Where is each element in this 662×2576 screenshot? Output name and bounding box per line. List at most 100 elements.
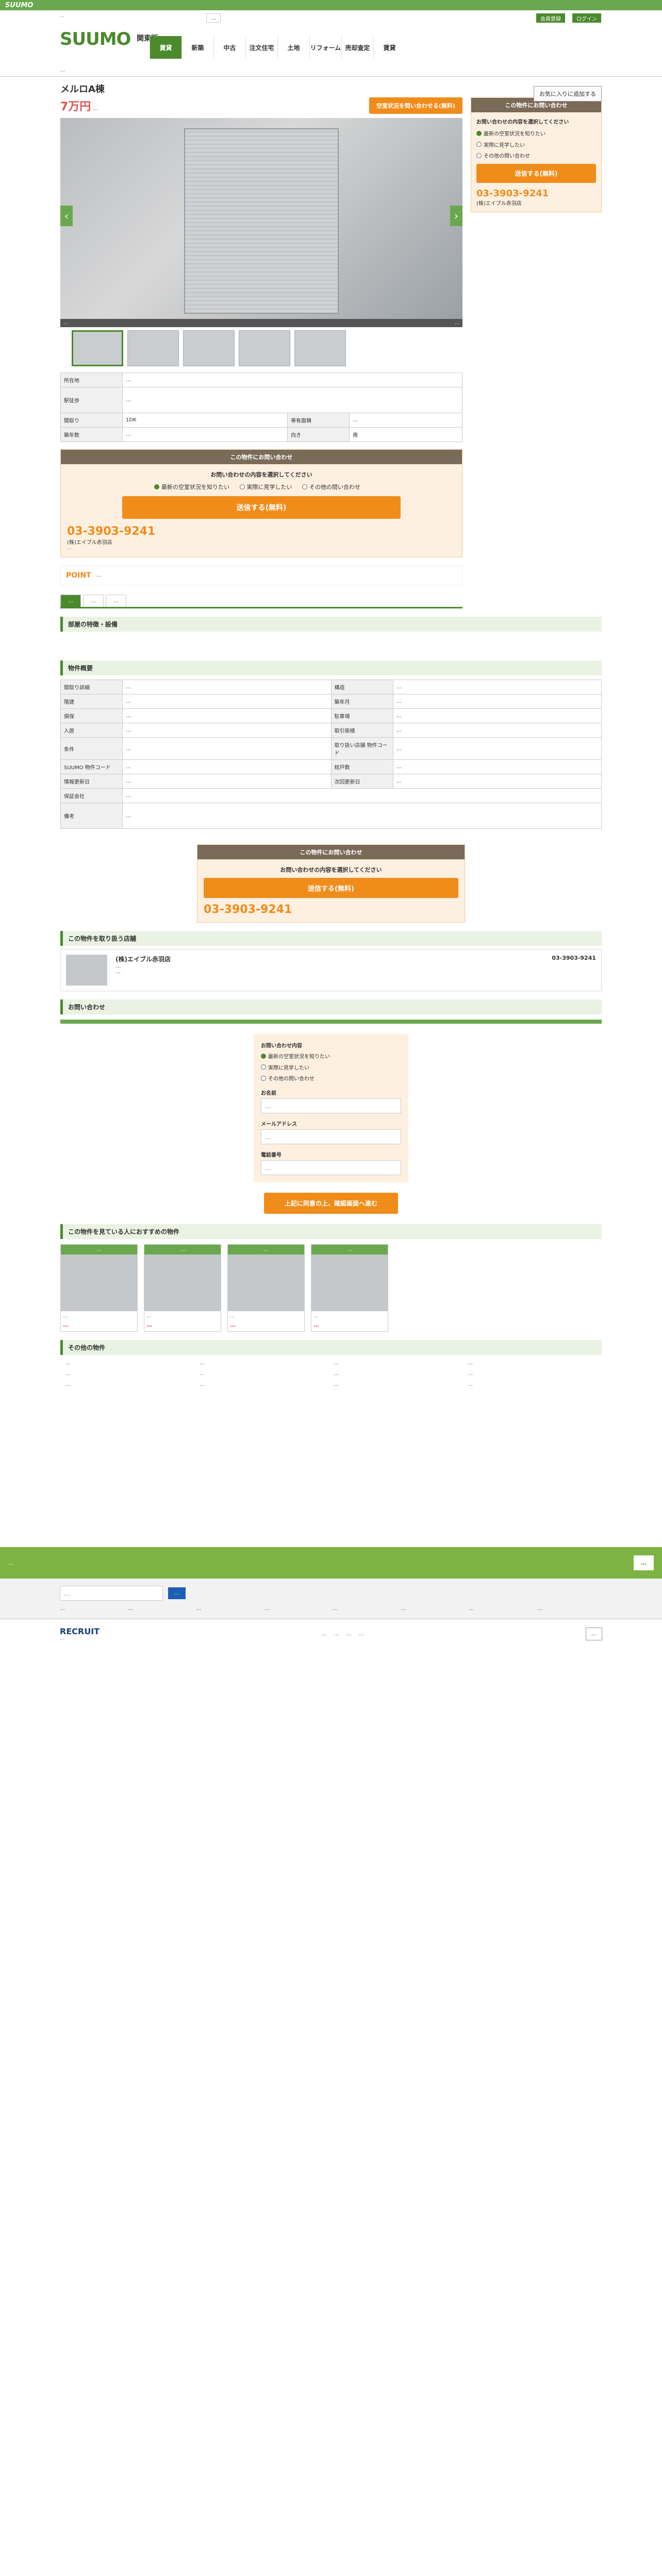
radio-label: その他の問い合わせ [309,484,360,490]
radio-other[interactable]: その他の問い合わせ [302,483,360,491]
nav-item-used[interactable]: 中古 [213,36,245,59]
form-radio-vacancy[interactable]: 最新の空室状況を知りたい [261,1052,330,1060]
nav-item-new[interactable]: 新築 [181,36,213,59]
footer-search-input[interactable] [60,1586,163,1601]
other-link[interactable]: … [65,1382,194,1387]
banner-text: … [8,1560,14,1567]
recruit-footer: RECRUIT … … … … … … [0,1619,662,1649]
recruit-link[interactable]: … [359,1631,364,1637]
footer-link[interactable]: … [128,1606,193,1612]
next-arrow-icon[interactable]: › [450,206,462,226]
other-link[interactable]: … [65,1360,194,1366]
tab-area[interactable]: … [83,595,104,607]
footer-link[interactable]: … [196,1606,261,1612]
nav-item-rent[interactable]: 賃貸 [150,36,181,59]
login-button[interactable]: ログイン [572,13,601,23]
submit-inquiry-button[interactable]: 送信する(無料) [122,496,401,519]
tel-input[interactable] [261,1160,401,1175]
nav-search[interactable]: … [206,13,221,23]
footer-link[interactable]: … [401,1606,466,1612]
radio-vacancy[interactable]: 最新の空室状況を知りたい [154,483,229,491]
section-recommend: この物件を見ている人におすすめの物件 [60,1224,602,1239]
email-input[interactable] [261,1129,401,1144]
spec-key: 築年数 [60,427,123,442]
other-link[interactable]: … [65,1371,194,1377]
recommend-card[interactable]: ……… [144,1244,221,1332]
thumbnail[interactable] [127,330,179,366]
tab-map[interactable]: … [106,595,126,607]
nav-item-custom[interactable]: 注文住宅 [245,36,277,59]
other-link[interactable]: … [468,1360,597,1366]
mid-submit-button[interactable]: 送信する(無料) [204,878,458,898]
brand-logo[interactable]: SUUMO [60,29,131,49]
thumbnail[interactable] [183,330,235,366]
mid-inquiry-header: この物件にお問い合わせ [197,845,465,859]
detail-value: … [122,680,332,694]
cta-top-button[interactable]: 空室状況を問い合わせる(無料) [369,97,462,114]
recruit-link[interactable]: … [334,1631,339,1637]
other-link[interactable]: … [334,1371,462,1377]
detail-value: … [122,737,332,760]
section-others: その他の物件 [60,1340,602,1355]
footer-link[interactable]: … [333,1606,398,1612]
recommend-card[interactable]: ……… [311,1244,388,1332]
detail-value: … [392,694,602,709]
recommend-card[interactable]: ……… [60,1244,138,1332]
detail-key: 情報更新日 [60,774,123,789]
thumbnail[interactable] [72,330,123,366]
recruit-logo[interactable]: RECRUIT [60,1626,100,1636]
footer-link[interactable]: … [264,1606,329,1612]
form-radio-visit[interactable]: 実際に見学したい [261,1063,309,1071]
footer-search-button[interactable]: … [168,1587,186,1600]
register-button[interactable]: 会員登録 [536,13,565,23]
recommend-card[interactable]: ……… [227,1244,305,1332]
prev-arrow-icon[interactable]: ‹ [60,206,73,226]
confirm-button[interactable]: 上記に同意の上、確認画面へ進む [264,1192,398,1214]
tab-info[interactable]: … [60,595,81,607]
other-link[interactable]: … [200,1371,328,1377]
name-input[interactable] [261,1098,401,1113]
side-radio-other[interactable]: その他の問い合わせ [476,151,530,159]
radio-visit[interactable]: 実際に見学したい [239,483,292,491]
detail-key: 入居 [60,723,123,738]
header: … SUUMO 関東版 … 会員登録 ログイン 賃貸 新築 中古 注文住宅 土地… [0,10,662,64]
other-link[interactable]: … [468,1382,597,1387]
side-submit-button[interactable]: 送信する(無料) [476,163,596,183]
other-link[interactable]: … [200,1360,328,1366]
agency-photo [66,955,107,986]
recruit-right-button[interactable]: … [585,1628,602,1641]
contact-form: お問い合わせ内容 最新の空室状況を知りたい 実際に見学したい その他の問い合わせ… [254,1034,408,1182]
footer-link[interactable]: … [537,1606,602,1612]
recruit-link[interactable]: … [346,1631,352,1637]
other-link[interactable]: … [334,1382,462,1387]
point-label: POINT [66,571,91,580]
top-bar: SUUMO [0,0,662,10]
radio-icon [239,484,245,489]
radio-label: 最新の空室状況を知りたい [161,484,229,490]
breadcrumb[interactable]: … [0,64,662,77]
thumbnail[interactable] [294,330,346,366]
nav-item-reform[interactable]: リフォーム [309,36,341,59]
card-text: … [63,1313,68,1319]
top-logo[interactable]: SUUMO [5,2,33,9]
footer-link[interactable]: … [60,1606,125,1612]
detail-value: … [122,803,602,829]
other-link[interactable]: … [200,1382,328,1387]
footer-link[interactable]: … [469,1606,534,1612]
nav-item-life[interactable]: 賃貸 [373,36,405,59]
others-links: … … … … … … … … … … … … [60,1355,602,1393]
features-text [60,632,602,652]
nav-item-sell[interactable]: 売却査定 [341,36,373,59]
favorite-button[interactable]: お気に入りに追加する [534,86,602,101]
nav-item-land[interactable]: 土地 [277,36,309,59]
thumbnail[interactable] [239,330,290,366]
banner-button[interactable]: … [634,1555,654,1571]
recruit-link[interactable]: … [322,1631,327,1637]
side-radio-vacancy[interactable]: 最新の空室状況を知りたい [476,129,545,137]
side-radio-visit[interactable]: 実際に見学したい [476,141,525,148]
other-link[interactable]: … [334,1360,462,1366]
form-radio-other[interactable]: その他の問い合わせ [261,1074,315,1082]
agency-name[interactable]: (株)エイブル赤羽店 [115,955,171,963]
photo-caption-bar: …… [60,319,462,327]
other-link[interactable]: … [468,1371,597,1377]
